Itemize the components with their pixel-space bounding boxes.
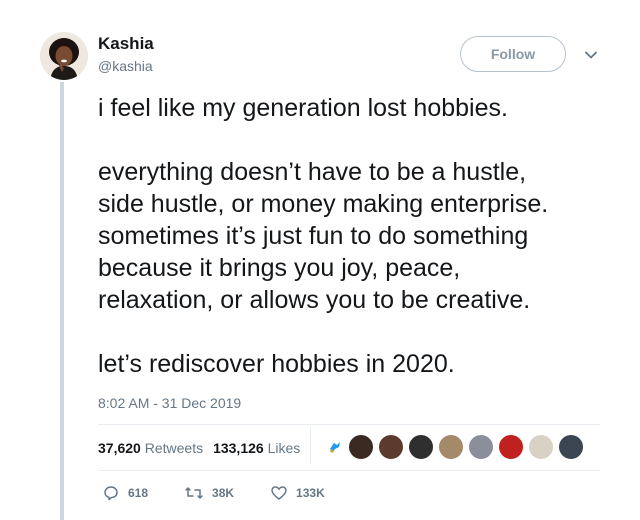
retweet-button[interactable]: 38K [184,484,234,502]
tweet-line: let’s rediscover hobbies in 2020. [98,350,455,378]
reply-button[interactable]: 618 [102,484,148,502]
liker-avatar[interactable] [438,434,464,460]
retweets-count: 37,620 [98,440,141,456]
chevron-down-icon[interactable] [582,46,600,64]
liker-avatars [326,434,584,460]
tweet-line: i feel like my generation lost hobbies. [98,94,508,122]
likes-label: Likes [267,440,301,456]
tweet-timestamp[interactable]: 8:02 AM - 31 Dec 2019 [98,395,241,411]
tweet-line: relaxation, or allows you to be creative… [98,286,531,314]
follow-button[interactable]: Follow [460,36,566,72]
retweet-count: 38K [212,486,235,500]
author-handle[interactable]: @kashia [98,58,153,74]
engagement-stats: 37,620 Retweets 133,126 Likes [98,440,300,456]
heart-icon [271,486,287,500]
liker-avatar[interactable] [408,434,434,460]
liker-avatar[interactable] [558,434,584,460]
divider [98,424,600,425]
tweet-line: because it brings you joy, peace, [98,254,461,282]
divider [98,470,600,471]
retweets-stat[interactable]: 37,620 Retweets [98,440,203,456]
author-name[interactable]: Kashia [98,34,154,54]
liker-avatar[interactable] [468,434,494,460]
tweet-line: everything doesn’t have to be a hustle, [98,158,527,186]
liker-avatar[interactable] [528,434,554,460]
likes-stat[interactable]: 133,126 Likes [213,440,300,456]
reply-count: 618 [128,486,149,500]
stats-divider [310,428,311,464]
retweets-label: Retweets [144,440,204,456]
reply-icon [104,486,118,501]
tweet-card: Kashia @kashia Follow i feel like my gen… [0,0,640,520]
small-bird-icon [326,434,344,460]
tweet-actions: 618 38K 133K [102,484,361,502]
like-count: 133K [296,486,325,500]
liker-avatar[interactable] [348,434,374,460]
tweet-line: side hustle, or money making enterprise. [98,190,549,218]
retweet-icon [185,487,203,499]
author-avatar[interactable] [40,32,88,80]
thread-rail [60,82,64,520]
liker-avatar[interactable] [498,434,524,460]
tweet-text: i feel like my generation lost hobbies. … [98,92,618,380]
avatar-portrait-icon [40,32,88,80]
likes-count: 133,126 [213,440,264,456]
tweet-line: sometimes it’s just fun to do something [98,222,529,250]
liker-avatar[interactable] [378,434,404,460]
like-button[interactable]: 133K [270,484,325,502]
